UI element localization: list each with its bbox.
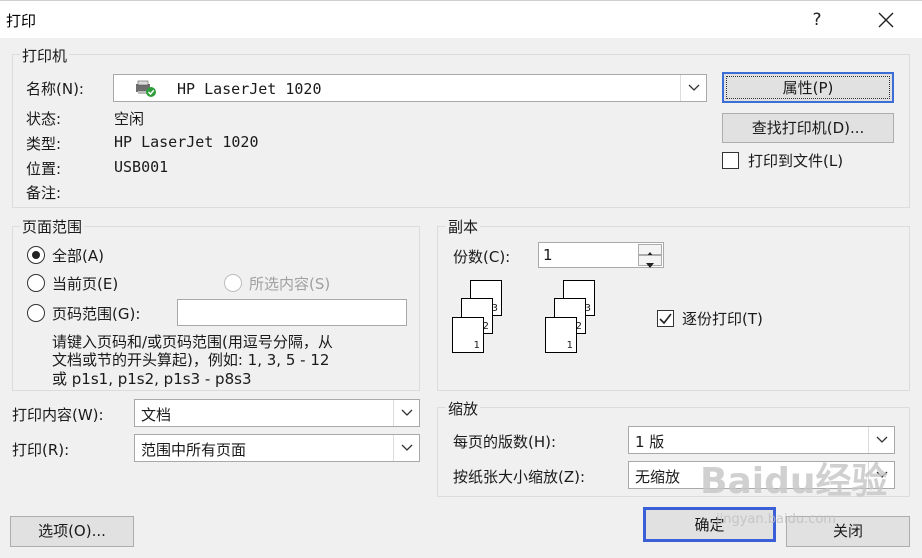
printer-name-label: 名称(N): — [26, 80, 84, 98]
printer-select[interactable]: HP LaserJet 1020 — [113, 74, 707, 102]
chevron-down-icon — [401, 444, 412, 451]
close-window-button[interactable] — [868, 5, 904, 35]
watermark-logo: Baidu经验 — [700, 461, 888, 502]
chevron-down-icon — [876, 436, 887, 443]
checkmark-icon — [659, 313, 672, 325]
print-mode-select[interactable]: 范围中所有页面 — [134, 434, 420, 462]
range-selection-label[interactable]: 所选内容(S) — [249, 273, 330, 294]
collate-label[interactable]: 逐份打印(T) — [682, 308, 763, 329]
where-label: 位置: — [26, 160, 62, 178]
page-icon-1b: 1 — [545, 317, 577, 353]
comment-label: 备注: — [26, 184, 62, 202]
type-label: 类型: — [26, 135, 62, 153]
pages-per-sheet-select[interactable]: 1 版 — [628, 426, 895, 454]
scale-value: 无缩放 — [635, 468, 681, 486]
range-all-radio[interactable] — [27, 246, 45, 264]
chevron-down-icon — [401, 409, 412, 416]
print-mode-label: 打印(R): — [12, 441, 70, 459]
range-selection-radio[interactable] — [224, 274, 242, 292]
title-bar: 打印 ? — [0, 0, 922, 38]
print-what-select[interactable]: 文档 — [134, 399, 420, 427]
printer-select-value: HP LaserJet 1020 — [177, 80, 322, 98]
printer-icon — [134, 80, 158, 102]
collate-checkbox[interactable] — [657, 310, 674, 327]
options-button[interactable]: 选项(O)... — [10, 516, 134, 547]
page-range-input[interactable] — [177, 299, 407, 326]
print-what-value: 文档 — [141, 406, 172, 424]
range-all-label[interactable]: 全部(A) — [52, 245, 104, 266]
copies-count-input[interactable]: 1 — [538, 242, 664, 268]
copies-spin-up[interactable] — [638, 244, 662, 257]
copies-count-value: 1 — [543, 246, 553, 264]
collate-illustration-set-1: 3 2 1 — [450, 280, 510, 356]
pages-per-sheet-arrow[interactable] — [868, 427, 894, 453]
find-printer-button[interactable]: 查找打印机(D)... — [722, 113, 894, 143]
print-what-arrow[interactable] — [393, 400, 419, 426]
status-value: 空闲 — [114, 110, 145, 128]
collate-illustration-set-2: 3 2 1 — [543, 280, 603, 356]
printer-group-label: 打印机 — [20, 45, 70, 66]
range-pages-radio[interactable] — [27, 304, 45, 322]
copies-group-label: 副本 — [446, 216, 481, 237]
range-help-line2: 文档或节的开头算起)，例如: 1, 3, 5 - 12 — [52, 351, 330, 369]
type-value: HP LaserJet 1020 — [114, 133, 259, 151]
range-pages-label[interactable]: 页码范围(G): — [52, 303, 140, 324]
print-mode-arrow[interactable] — [393, 435, 419, 461]
page-range-group-label: 页面范围 — [20, 216, 85, 237]
chevron-down-icon — [688, 84, 699, 91]
window-title: 打印 — [6, 12, 37, 30]
where-value: USB001 — [114, 158, 169, 176]
copies-count-label: 份数(C): — [453, 248, 511, 266]
page-icon-1: 1 — [452, 317, 484, 353]
close-icon — [878, 12, 894, 28]
status-label: 状态: — [26, 110, 62, 128]
print-what-label: 打印内容(W): — [12, 406, 104, 424]
caret-down-icon — [646, 263, 654, 268]
scale-label: 按纸张大小缩放(Z): — [453, 468, 586, 486]
print-to-file-checkbox[interactable] — [722, 152, 739, 169]
zoom-group-label: 缩放 — [446, 398, 481, 419]
help-button[interactable]: ? — [802, 7, 832, 33]
pages-per-sheet-value: 1 版 — [635, 433, 665, 451]
pages-per-sheet-label: 每页的版数(H): — [453, 433, 557, 451]
print-to-file-label[interactable]: 打印到文件(L) — [748, 150, 843, 171]
print-mode-value: 范围中所有页面 — [141, 441, 247, 459]
range-current-radio[interactable] — [27, 274, 45, 292]
range-help-line3: 或 p1s1, p1s2, p1s3 - p8s3 — [52, 370, 252, 388]
copies-spin-down[interactable] — [638, 255, 662, 268]
range-current-label[interactable]: 当前页(E) — [52, 273, 118, 294]
properties-button-label: 属性(P) — [782, 79, 834, 97]
watermark-url: jingyan.baidu.com — [716, 512, 836, 527]
properties-button[interactable]: 属性(P) — [722, 72, 894, 103]
printer-select-arrow[interactable] — [680, 75, 706, 101]
